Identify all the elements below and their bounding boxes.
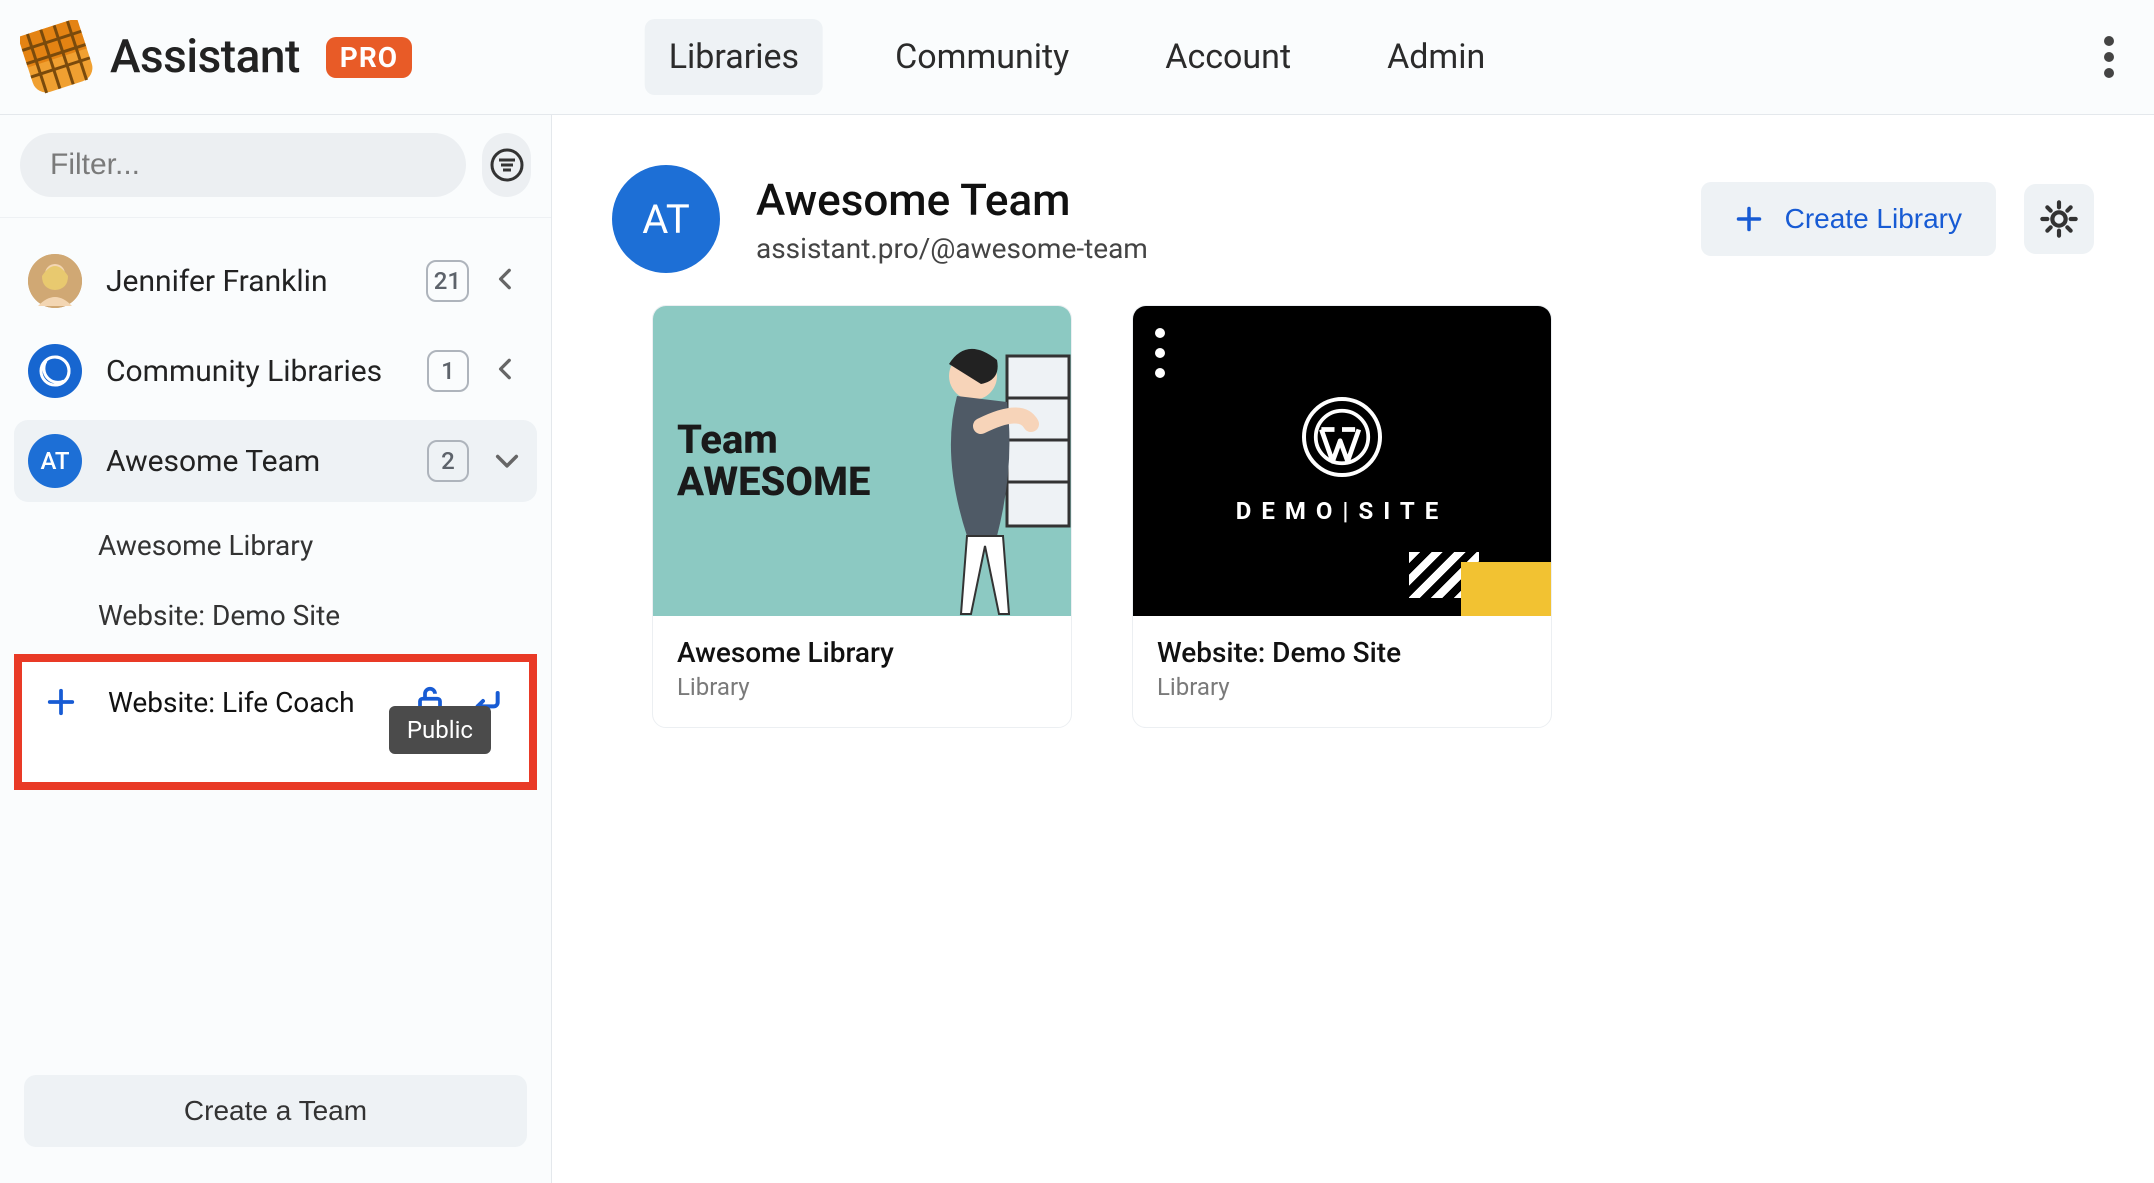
- avatar: [28, 344, 82, 398]
- avatar: AT: [28, 434, 82, 488]
- filter-settings-button[interactable]: [482, 133, 531, 197]
- sidebar-item-label: Community Libraries: [106, 354, 403, 389]
- sidebar-group-jennifer[interactable]: Jennifer Franklin 21: [14, 240, 537, 322]
- library-card-awesome[interactable]: Team AWESOME: [652, 305, 1072, 728]
- logo[interactable]: Assistant PRO: [20, 20, 412, 94]
- chevron-right-icon: [493, 266, 523, 296]
- assistant-logo-icon: [20, 20, 94, 94]
- gear-icon: [2039, 199, 2079, 239]
- nav-account[interactable]: Account: [1141, 19, 1315, 95]
- sidebar-filter-row: [0, 133, 551, 218]
- plus-icon: [1735, 205, 1763, 233]
- plus-icon: [46, 687, 86, 717]
- new-library-name: Website: Life Coach: [108, 686, 393, 719]
- avatar: [28, 254, 82, 308]
- nav-admin[interactable]: Admin: [1363, 19, 1509, 95]
- team-avatar: AT: [612, 165, 720, 273]
- library-card-demo-site[interactable]: DEMO|SITE Website: Demo Site Library: [1132, 305, 1552, 728]
- kebab-icon: [2103, 35, 2115, 79]
- sidebar: Jennifer Franklin 21 Community Libraries…: [0, 115, 552, 1183]
- card-thumb: Team AWESOME: [653, 306, 1071, 616]
- nav-community[interactable]: Community: [871, 19, 1093, 95]
- filter-input[interactable]: [20, 133, 466, 197]
- sidebar-subitem-demo-site[interactable]: Website: Demo Site: [98, 580, 537, 650]
- card-title: Awesome Library: [677, 636, 1047, 669]
- create-library-button[interactable]: Create Library: [1701, 182, 1996, 256]
- swirl-icon: [38, 354, 72, 388]
- wordpress-icon: [1302, 397, 1382, 477]
- chevron-right-icon: [493, 356, 523, 386]
- new-library-highlight: Website: Life Coach Public: [14, 654, 537, 790]
- sidebar-subitem-awesome-library[interactable]: Awesome Library: [98, 510, 537, 580]
- dots-vertical-icon: [1155, 328, 1165, 378]
- sidebar-item-label: Jennifer Franklin: [106, 264, 402, 299]
- team-settings-button[interactable]: [2024, 184, 2094, 254]
- list-filter-icon: [489, 147, 525, 183]
- content: AT Awesome Team assistant.pro/@awesome-t…: [552, 115, 2154, 1183]
- library-cards: Team AWESOME: [612, 305, 2094, 728]
- card-thumb: DEMO|SITE: [1133, 306, 1551, 616]
- team-header-text: Awesome Team assistant.pro/@awesome-team: [756, 174, 1148, 265]
- sidebar-list: Jennifer Franklin 21 Community Libraries…: [0, 218, 551, 1051]
- card-title: Website: Demo Site: [1157, 636, 1527, 669]
- sidebar-group-awesome-team[interactable]: AT Awesome Team 2: [14, 420, 537, 502]
- more-menu-button[interactable]: [2084, 32, 2134, 82]
- create-library-label: Create Library: [1785, 203, 1962, 235]
- team-title: Awesome Team: [756, 174, 1148, 226]
- sidebar-item-label: Awesome Team: [106, 444, 403, 479]
- team-url: assistant.pro/@awesome-team: [756, 232, 1148, 265]
- sidebar-item-count: 2: [427, 440, 469, 482]
- team-header: AT Awesome Team assistant.pro/@awesome-t…: [612, 165, 2094, 273]
- create-team-button[interactable]: Create a Team: [24, 1075, 527, 1147]
- thumb-label: DEMO|SITE: [1236, 497, 1449, 525]
- nav-libraries[interactable]: Libraries: [645, 19, 823, 95]
- person-carrying-icon: [911, 336, 1071, 616]
- sidebar-group-community[interactable]: Community Libraries 1: [14, 330, 537, 412]
- yellow-corner-icon: [1461, 562, 1551, 616]
- thumb-line1: Team: [677, 419, 870, 461]
- person-avatar-icon: [28, 254, 82, 308]
- main-nav: Libraries Community Account Admin: [645, 19, 1510, 95]
- sidebar-item-count: 21: [426, 260, 469, 302]
- card-kind: Library: [1157, 673, 1527, 701]
- thumb-line2: AWESOME: [677, 461, 870, 503]
- app-header: Assistant PRO Libraries Community Accoun…: [0, 0, 2154, 115]
- logo-text: Assistant: [110, 30, 300, 84]
- card-kind: Library: [677, 673, 1047, 701]
- sidebar-sublist: Awesome Library Website: Demo Site: [14, 510, 537, 650]
- pro-badge: PRO: [326, 37, 412, 78]
- tooltip-public: Public: [389, 706, 491, 754]
- chevron-down-icon: [493, 446, 523, 476]
- sidebar-item-count: 1: [427, 350, 469, 392]
